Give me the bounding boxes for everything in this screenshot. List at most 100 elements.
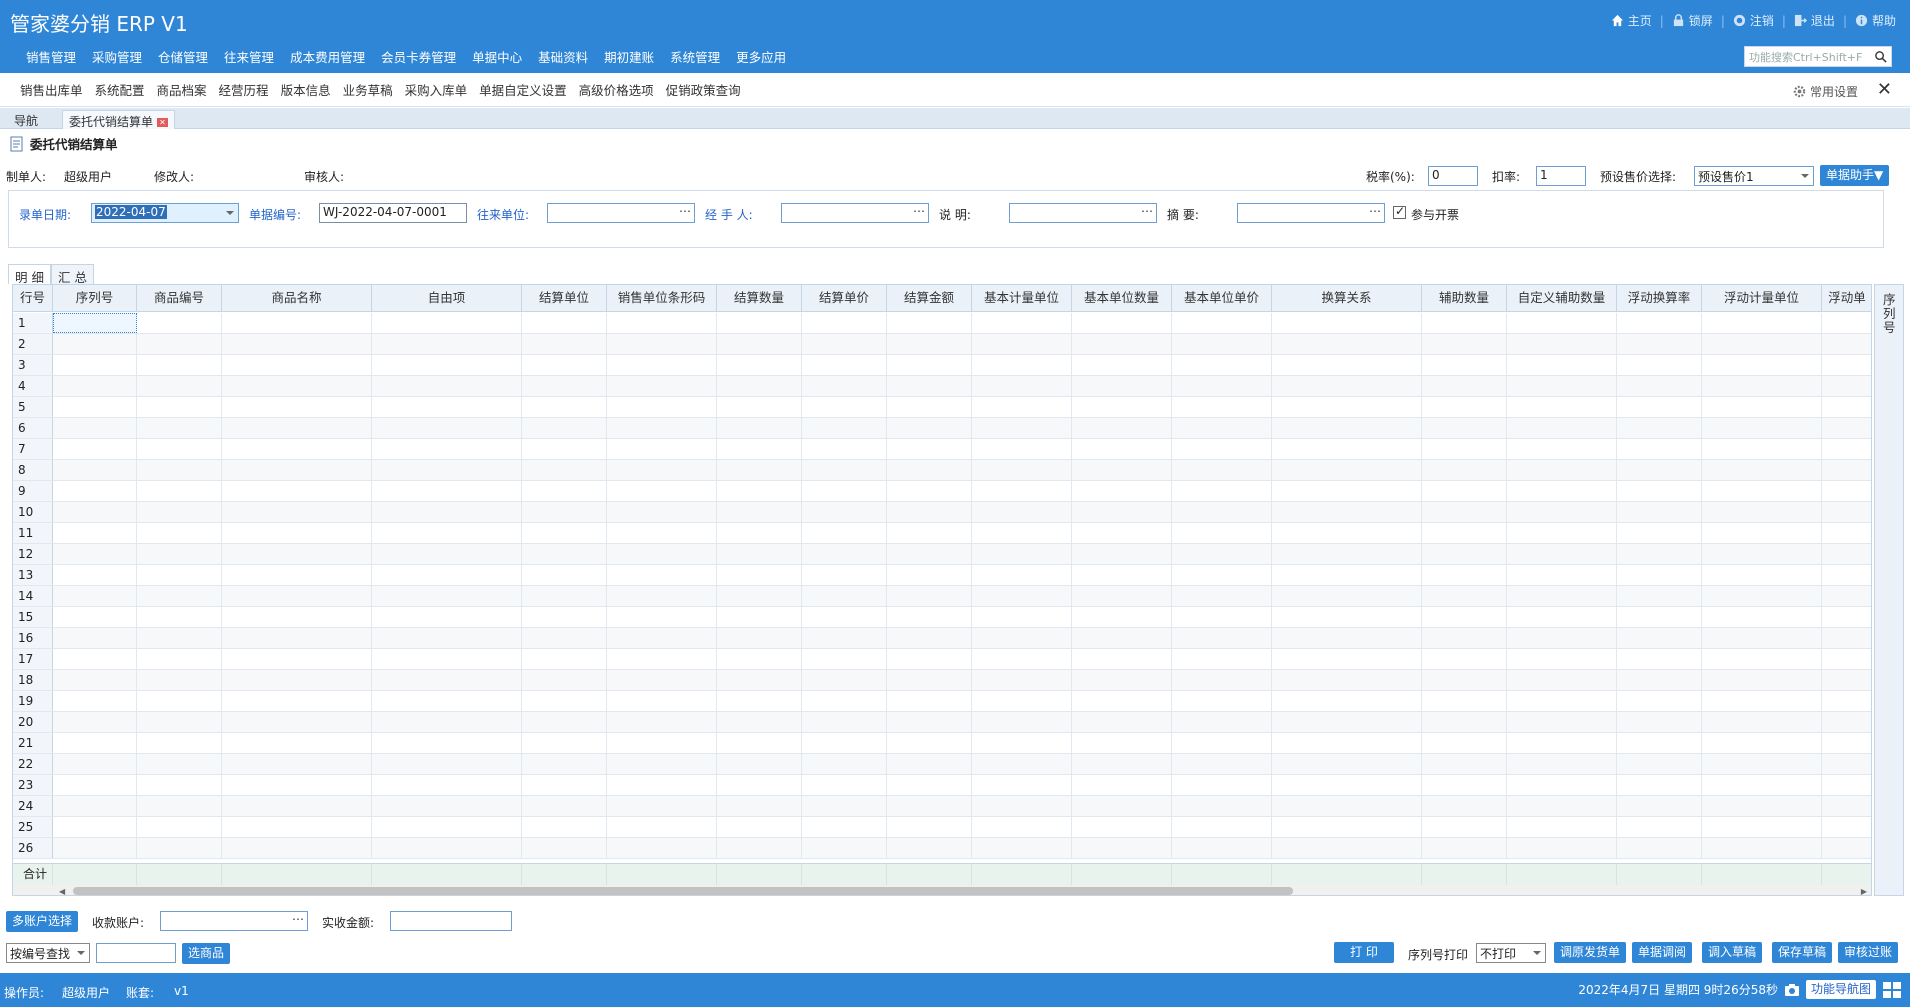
table-cell[interactable]: [972, 334, 1072, 354]
table-cell[interactable]: [972, 838, 1072, 858]
table-cell[interactable]: [887, 565, 972, 585]
table-cell[interactable]: [717, 670, 802, 690]
table-cell[interactable]: [53, 523, 137, 543]
table-cell[interactable]: [802, 628, 887, 648]
table-cell[interactable]: [1072, 313, 1172, 333]
table-cell[interactable]: [717, 523, 802, 543]
table-cell[interactable]: [137, 649, 222, 669]
table-row[interactable]: 2: [13, 334, 1871, 355]
table-cell[interactable]: [222, 817, 372, 837]
table-cell[interactable]: [522, 313, 607, 333]
table-cell[interactable]: [137, 355, 222, 375]
table-cell[interactable]: [607, 754, 717, 774]
table-cell[interactable]: [522, 586, 607, 606]
table-cell[interactable]: [137, 418, 222, 438]
table-cell[interactable]: [372, 460, 522, 480]
table-cell[interactable]: [1422, 544, 1507, 564]
table-cell[interactable]: [1822, 502, 1871, 522]
table-cell[interactable]: [137, 607, 222, 627]
table-cell[interactable]: [887, 817, 972, 837]
column-header[interactable]: 行号: [13, 285, 53, 312]
table-cell[interactable]: [717, 628, 802, 648]
partner-input[interactable]: ⋯: [547, 203, 695, 223]
table-cell[interactable]: [887, 355, 972, 375]
table-cell[interactable]: [1507, 334, 1617, 354]
table-cell[interactable]: [522, 691, 607, 711]
table-cell[interactable]: [1822, 544, 1871, 564]
table-cell[interactable]: [522, 439, 607, 459]
table-cell[interactable]: [1072, 775, 1172, 795]
table-cell[interactable]: [1702, 670, 1822, 690]
table-cell[interactable]: [607, 544, 717, 564]
table-cell[interactable]: [372, 649, 522, 669]
table-cell[interactable]: [372, 712, 522, 732]
table-cell[interactable]: [607, 670, 717, 690]
table-cell[interactable]: [1072, 355, 1172, 375]
table-cell[interactable]: [1822, 460, 1871, 480]
table-cell[interactable]: [1507, 733, 1617, 753]
table-cell[interactable]: [522, 607, 607, 627]
table-cell[interactable]: [1272, 544, 1422, 564]
table-cell[interactable]: [137, 796, 222, 816]
table-cell[interactable]: [1172, 523, 1272, 543]
table-cell[interactable]: [1422, 313, 1507, 333]
table-cell[interactable]: [1272, 334, 1422, 354]
table-cell[interactable]: [137, 733, 222, 753]
table-cell[interactable]: [1702, 586, 1822, 606]
table-cell[interactable]: [137, 817, 222, 837]
table-cell[interactable]: [1702, 817, 1822, 837]
table-cell[interactable]: [53, 418, 137, 438]
column-header[interactable]: 浮动计量单位: [1702, 285, 1822, 312]
table-cell[interactable]: [1702, 313, 1822, 333]
table-cell[interactable]: [522, 796, 607, 816]
table-cell[interactable]: [1172, 733, 1272, 753]
table-cell[interactable]: [607, 313, 717, 333]
date-input[interactable]: 2022-04-07: [91, 203, 239, 223]
table-cell[interactable]: [137, 565, 222, 585]
table-cell[interactable]: [607, 649, 717, 669]
quick-link[interactable]: 高级价格选项: [573, 80, 660, 99]
table-cell[interactable]: [717, 649, 802, 669]
column-header[interactable]: 换算关系: [1272, 285, 1422, 312]
table-cell[interactable]: [1507, 838, 1617, 858]
table-cell[interactable]: [802, 712, 887, 732]
table-cell[interactable]: [1172, 313, 1272, 333]
table-cell[interactable]: [1702, 712, 1822, 732]
table-cell[interactable]: [972, 670, 1072, 690]
quick-link[interactable]: 版本信息: [275, 80, 337, 99]
audit-post-button[interactable]: 审核过账: [1838, 942, 1899, 963]
table-cell[interactable]: [972, 544, 1072, 564]
table-cell[interactable]: [972, 628, 1072, 648]
table-cell[interactable]: [53, 544, 137, 564]
table-cell[interactable]: [1072, 481, 1172, 501]
table-cell[interactable]: [1172, 838, 1272, 858]
table-cell[interactable]: [1272, 838, 1422, 858]
table-cell[interactable]: [372, 628, 522, 648]
column-header[interactable]: 结算数量: [717, 285, 802, 312]
table-cell[interactable]: [1272, 796, 1422, 816]
table-cell[interactable]: [1072, 418, 1172, 438]
table-cell[interactable]: [887, 334, 972, 354]
table-cell[interactable]: [53, 712, 137, 732]
table-cell[interactable]: [802, 502, 887, 522]
table-cell[interactable]: [53, 586, 137, 606]
table-cell[interactable]: [1272, 733, 1422, 753]
logout-user-link[interactable]: 注销: [1733, 12, 1774, 29]
table-cell[interactable]: [607, 817, 717, 837]
table-cell[interactable]: [802, 775, 887, 795]
table-cell[interactable]: [222, 607, 372, 627]
table-cell[interactable]: [1072, 544, 1172, 564]
table-cell[interactable]: [1172, 544, 1272, 564]
table-row[interactable]: 19: [13, 691, 1871, 712]
table-cell[interactable]: [607, 439, 717, 459]
table-cell[interactable]: [972, 775, 1072, 795]
table-cell[interactable]: [1507, 376, 1617, 396]
table-cell[interactable]: [1272, 376, 1422, 396]
quick-link[interactable]: 业务草稿: [337, 80, 399, 99]
tab-close-icon[interactable]: ✕: [157, 118, 169, 127]
table-cell[interactable]: [802, 523, 887, 543]
table-cell[interactable]: [1072, 460, 1172, 480]
table-cell[interactable]: [1617, 376, 1702, 396]
quick-link[interactable]: 系统配置: [89, 80, 151, 99]
table-cell[interactable]: [1822, 796, 1871, 816]
